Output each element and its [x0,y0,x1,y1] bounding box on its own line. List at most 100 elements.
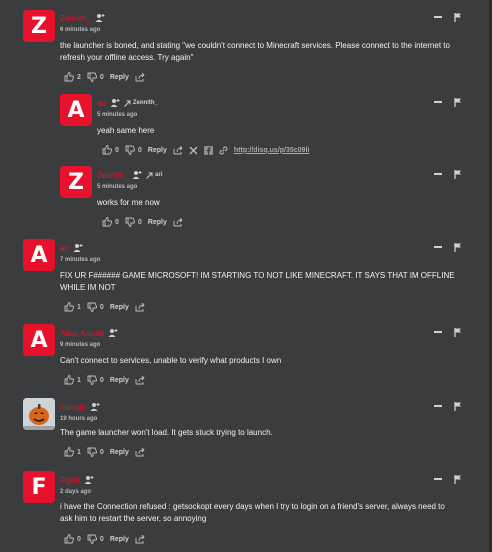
author-name[interactable]: Zennith_ [60,14,91,23]
comment-text: works for me now [97,198,160,207]
flag-icon[interactable] [454,242,462,252]
upvote-count: 1 [77,376,81,384]
flag-icon[interactable] [454,12,462,22]
thumbs-up-icon[interactable] [64,534,74,544]
user-follow-icon[interactable] [132,170,142,180]
thumbs-up-icon[interactable] [102,145,112,155]
author-name[interactable]: ari [97,99,106,108]
author-name[interactable]: haleigh [60,403,86,412]
minus-icon[interactable] [434,16,442,18]
thumbs-down-icon[interactable] [87,375,97,385]
reply-to[interactable]: Zennith_ [124,100,158,107]
reply-button[interactable]: Reply [110,536,129,543]
avatar[interactable]: Z [60,166,92,198]
timestamp[interactable]: 7 minutes ago [60,257,100,263]
share-icon[interactable] [135,375,145,385]
avatar[interactable] [23,398,55,430]
timestamp[interactable]: 19 hours ago [60,416,97,422]
minus-icon[interactable] [434,331,442,333]
user-follow-icon[interactable] [73,243,83,253]
thumbs-down-icon[interactable] [87,72,97,82]
thumbs-up-icon[interactable] [64,375,74,385]
reply-to[interactable]: ari [146,172,162,179]
flag-icon[interactable] [454,401,462,411]
comment-actions: 1 0 Reply [64,447,145,457]
timestamp[interactable]: 2 days ago [60,489,91,495]
minus-icon[interactable] [434,101,442,103]
share-icon[interactable] [135,72,145,82]
flag-icon[interactable] [454,474,462,484]
user-follow-icon[interactable] [90,402,100,412]
timestamp[interactable]: 6 minutes ago [60,27,100,33]
avatar[interactable]: Z [23,10,55,42]
thumbs-up-icon[interactable] [102,217,112,227]
comment-controls [434,401,462,411]
user-follow-icon[interactable] [110,98,120,108]
pumpkin-avatar-image [23,398,55,430]
share-icon[interactable] [173,217,183,227]
user-follow-icon[interactable] [84,475,94,485]
minus-icon[interactable] [434,405,442,407]
facebook-icon[interactable] [203,145,213,155]
thumbs-down-icon[interactable] [125,145,135,155]
comment-controls [434,169,462,179]
reply-button[interactable]: Reply [148,147,167,154]
thumbs-up-icon[interactable] [64,302,74,312]
author-name[interactable]: Abdo Kanan [60,329,104,338]
reply-button[interactable]: Reply [110,449,129,456]
timestamp[interactable]: 5 minutes ago [97,112,137,118]
flag-icon[interactable] [454,327,462,337]
timestamp[interactable]: 5 minutes ago [97,184,137,190]
comment-text: Can't connect to services, unable to ver… [60,356,282,365]
avatar[interactable]: F [23,471,55,503]
user-follow-icon[interactable] [95,13,105,23]
comment-actions: 0 0 Reply http://disq.us/p/35c09li [102,145,309,155]
reply-to-name: Zennith_ [132,100,158,106]
upvote-count: 0 [77,535,81,543]
comment-controls [434,12,462,22]
thumbs-down-icon[interactable] [87,534,97,544]
thumbs-up-icon[interactable] [64,447,74,457]
upvote-count: 0 [115,218,119,226]
share-icon[interactable] [135,447,145,457]
reply-button[interactable]: Reply [110,74,129,81]
upvote-count: 0 [115,146,119,154]
reply-to-name: ari [155,172,163,178]
comment-actions: 1 0 Reply [64,375,145,385]
comment-text: The game launcher won't load. It gets st… [60,428,273,437]
downvote-count: 0 [99,303,104,311]
share-icon[interactable] [135,534,145,544]
x-icon[interactable] [189,146,198,155]
downvote-count: 0 [99,376,104,384]
share-icon[interactable] [135,302,145,312]
comment-controls [434,242,462,252]
author-name[interactable]: Fightr [60,476,80,485]
reply-arrow-icon [146,172,153,179]
upvote-count: 1 [77,448,81,456]
reply-button[interactable]: Reply [110,304,129,311]
author-name[interactable]: ari [60,244,69,253]
minus-icon[interactable] [434,478,442,480]
avatar[interactable]: A [23,239,55,271]
thumbs-down-icon[interactable] [87,302,97,312]
thumbs-down-icon[interactable] [87,447,97,457]
reply-button[interactable]: Reply [110,377,129,384]
user-follow-icon[interactable] [108,328,118,338]
downvote-count: 0 [99,73,104,81]
share-link[interactable]: http://disq.us/p/35c09li [234,147,309,154]
reply-button[interactable]: Reply [148,219,167,226]
minus-icon[interactable] [434,246,442,248]
flag-icon[interactable] [454,169,462,179]
minus-icon[interactable] [434,173,442,175]
share-icon[interactable] [173,145,183,155]
flag-icon[interactable] [454,97,462,107]
downvote-count: 0 [137,146,142,154]
avatar[interactable]: A [60,94,92,126]
timestamp[interactable]: 9 minutes ago [60,342,100,348]
thumbs-up-icon[interactable] [64,72,74,82]
comment-controls [434,327,462,337]
link-icon[interactable] [219,145,228,155]
avatar[interactable]: A [23,324,55,356]
author-name[interactable]: Zennith_ [97,171,128,180]
thumbs-down-icon[interactable] [125,217,135,227]
